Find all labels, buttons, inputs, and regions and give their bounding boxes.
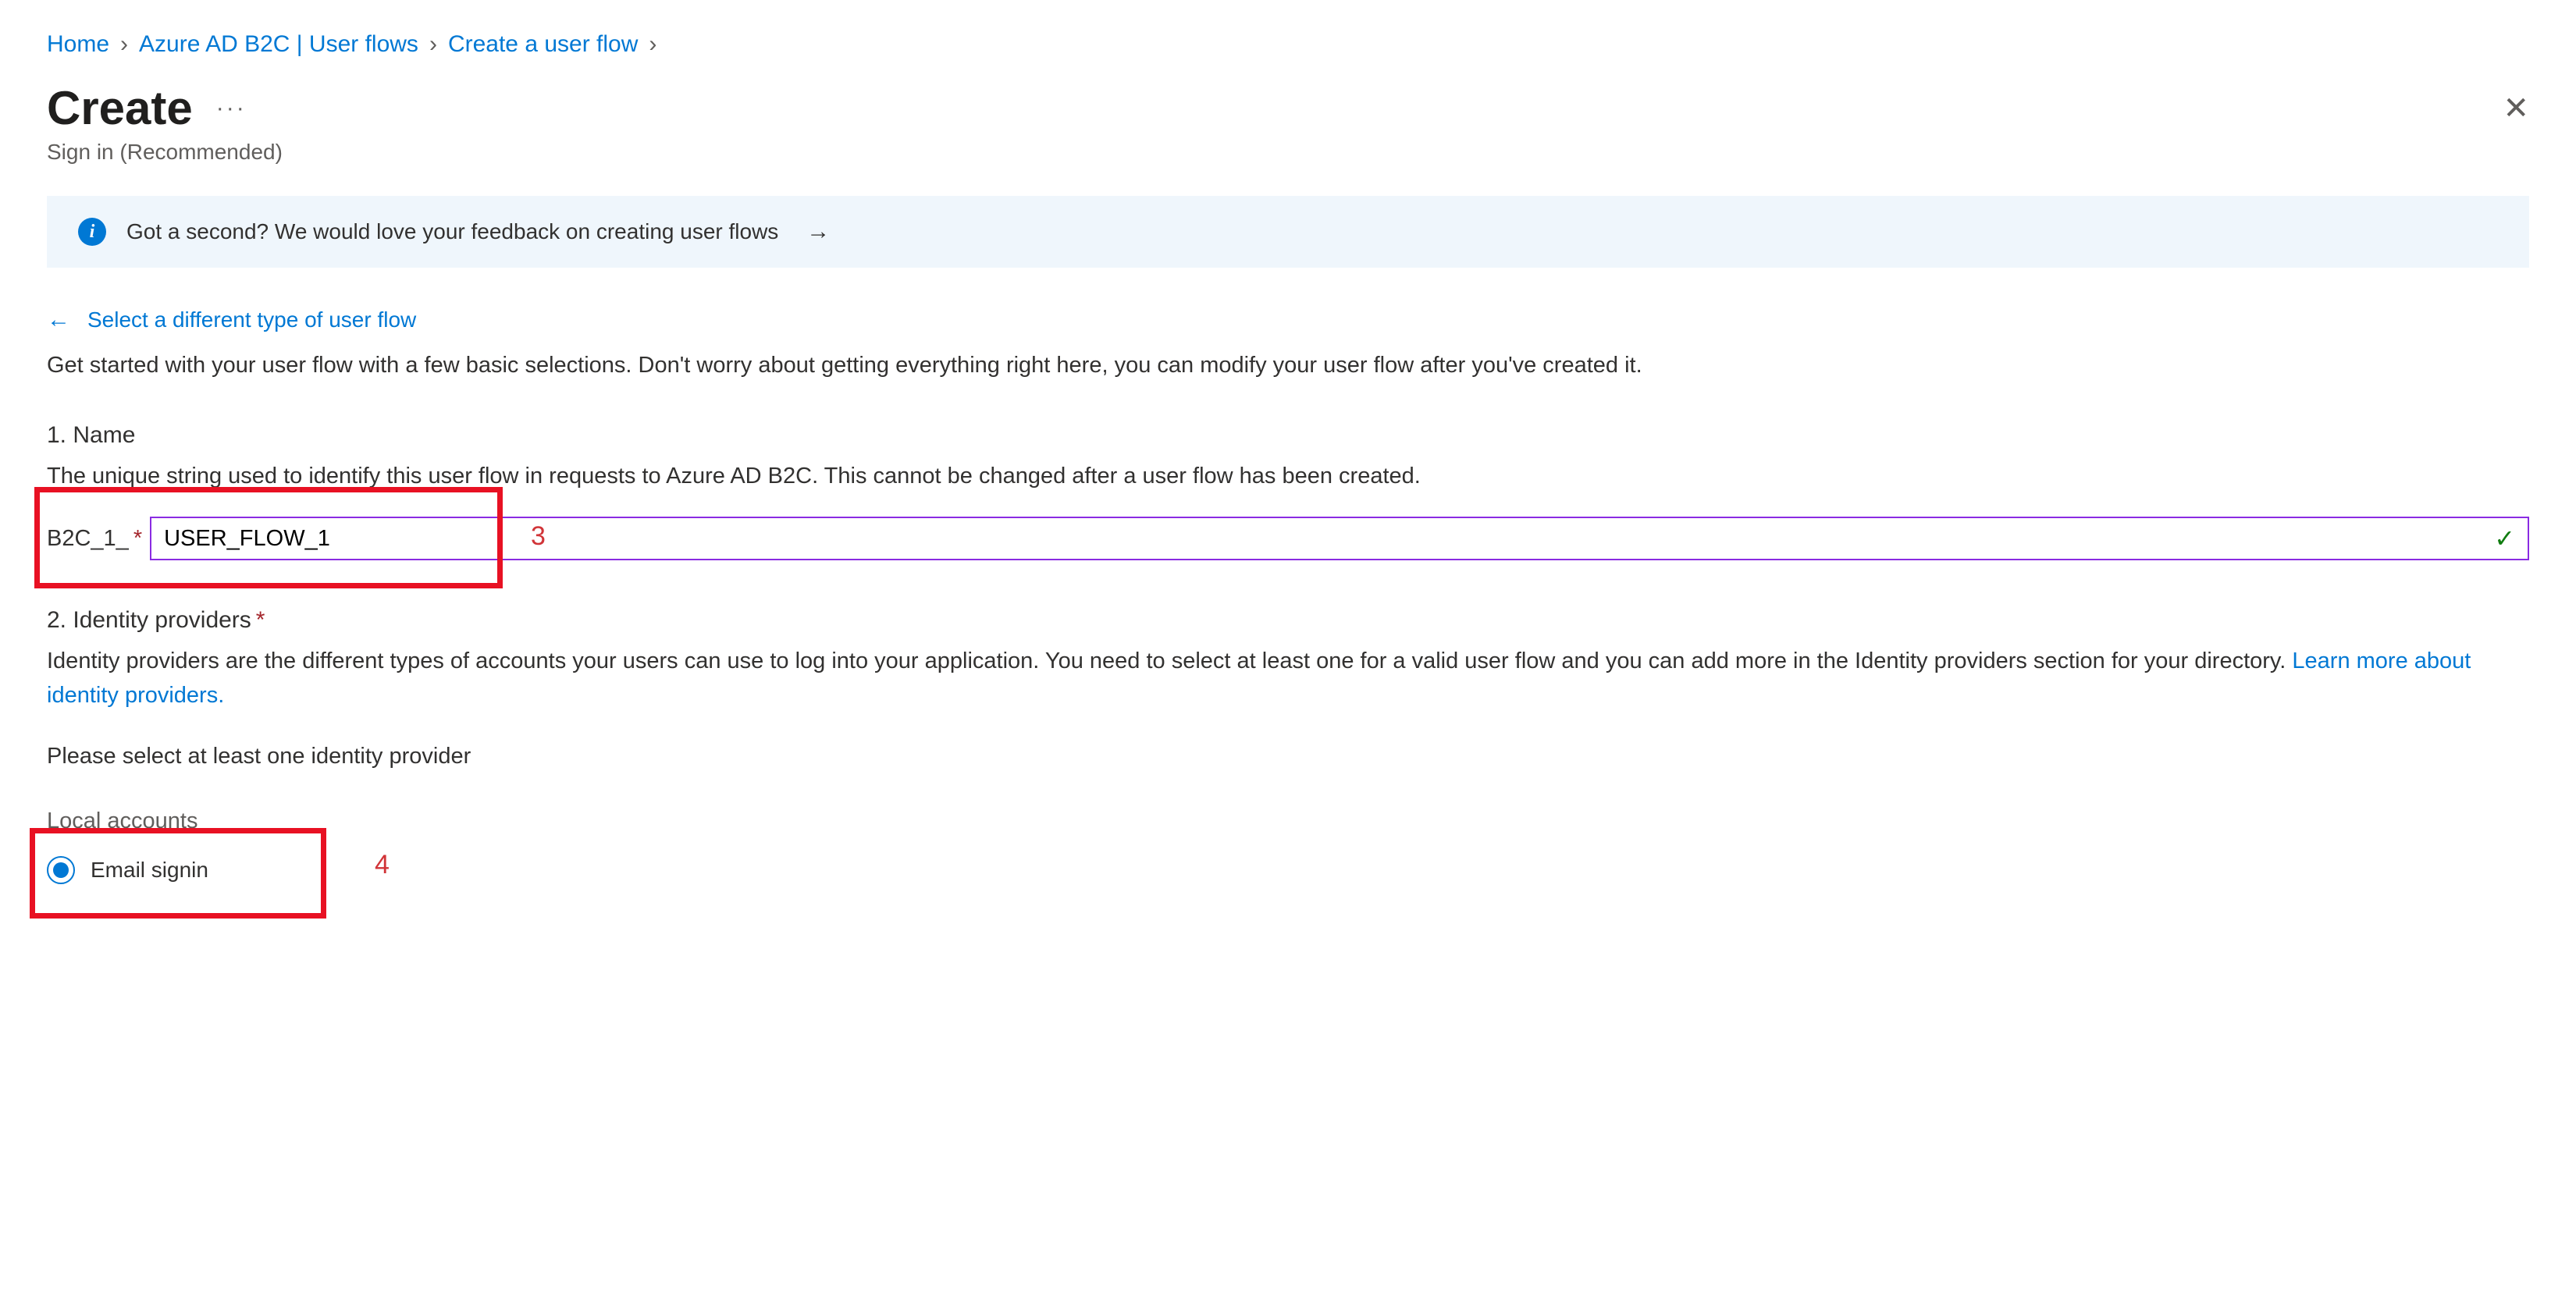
back-link-text[interactable]: Select a different type of user flow [87,307,416,332]
email-signin-label: Email signin [91,858,208,883]
check-icon: ✓ [2494,524,2515,553]
annotation-number-3: 3 [531,521,546,552]
idp-instruction: Please select at least one identity prov… [47,744,2529,769]
arrow-right-icon: → [806,219,830,245]
name-prefix-label: B2C_1_* [47,526,150,552]
arrow-left-icon: ← [47,307,70,333]
breadcrumb: Home › Azure AD B2C | User flows › Creat… [47,31,2529,58]
feedback-text: Got a second? We would love your feedbac… [126,219,778,244]
page-title: Create [47,81,193,135]
local-accounts-label: Local accounts [47,808,2529,834]
info-icon: i [78,218,106,246]
breadcrumb-userflows[interactable]: Azure AD B2C | User flows [139,31,418,58]
section-idp-title: 2. Identity providers* [47,607,2529,634]
chevron-right-icon: › [429,31,437,58]
chevron-right-icon: › [120,31,128,58]
required-indicator: * [133,526,142,551]
back-link[interactable]: ← Select a different type of user flow [47,307,2529,333]
chevron-right-icon: › [649,31,656,58]
section-idp-desc: Identity providers are the different typ… [47,645,2529,712]
annotation-number-4: 4 [375,850,390,880]
email-signin-option[interactable]: Email signin 4 [47,856,208,884]
close-icon[interactable]: ✕ [2503,91,2529,126]
user-flow-name-input[interactable] [150,517,2529,560]
section-name-desc: The unique string used to identify this … [47,460,2529,494]
required-indicator: * [256,607,265,633]
section-name-title: 1. Name [47,422,2529,449]
more-actions-button[interactable]: ··· [216,95,247,122]
breadcrumb-create[interactable]: Create a user flow [448,31,638,58]
radio-icon[interactable] [47,856,75,884]
feedback-banner[interactable]: i Got a second? We would love your feedb… [47,196,2529,268]
breadcrumb-home[interactable]: Home [47,31,109,58]
intro-text: Get started with your user flow with a f… [47,349,2529,383]
page-subtitle: Sign in (Recommended) [47,140,2529,165]
